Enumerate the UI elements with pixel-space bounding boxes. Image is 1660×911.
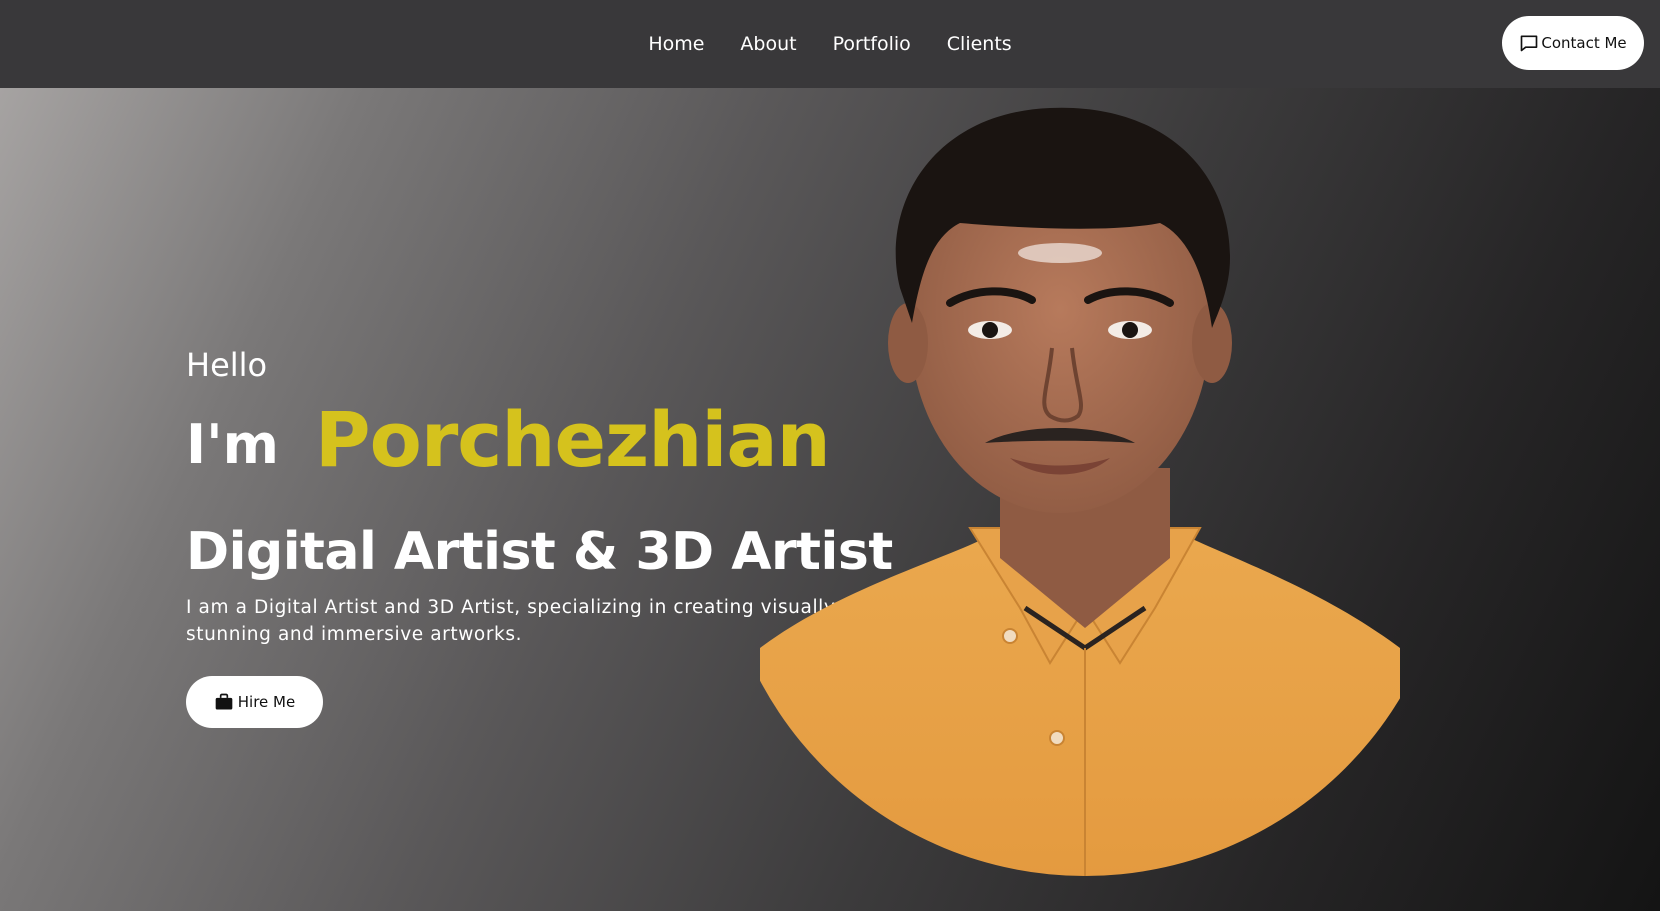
hire-me-label: Hire Me: [237, 693, 296, 711]
nav-link-clients[interactable]: Clients: [947, 33, 1012, 55]
navbar: Home About Portfolio Clients Contact Me: [0, 0, 1660, 88]
nav-link-portfolio[interactable]: Portfolio: [833, 33, 911, 55]
nav-links: Home About Portfolio Clients: [0, 0, 1660, 88]
message-square-icon: [1521, 35, 1538, 52]
contact-me-label: Contact Me: [1541, 34, 1627, 52]
nav-link-about[interactable]: About: [740, 33, 796, 55]
hero-intro-prefix: I'm: [186, 413, 279, 476]
contact-me-button[interactable]: Contact Me: [1502, 16, 1644, 70]
profile-photo: [760, 107, 1400, 876]
hero-intro: I'm Porchezhian: [186, 395, 831, 484]
nav-link-home[interactable]: Home: [648, 33, 704, 55]
hero-name: Porchezhian: [314, 395, 831, 484]
hero-greeting: Hello: [186, 346, 268, 384]
briefcase-icon: [215, 693, 233, 710]
hero-section: Hello I'm Porchezhian Digital Artist & 3…: [0, 88, 1660, 911]
hire-me-button[interactable]: Hire Me: [186, 676, 323, 728]
